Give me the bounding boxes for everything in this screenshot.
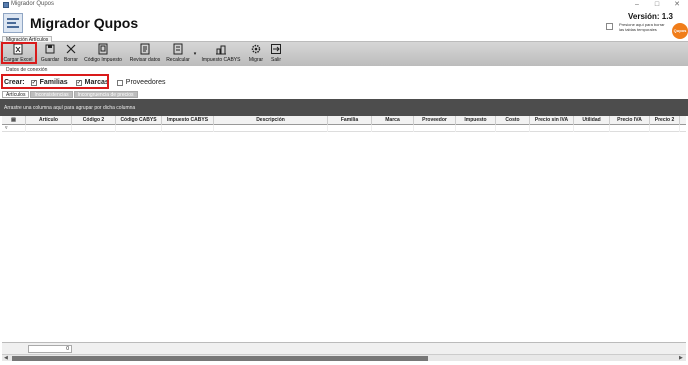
filter-cell[interactable] (610, 125, 650, 132)
filter-row: ▿ (2, 125, 686, 132)
gear-icon (251, 44, 261, 54)
group-by-panel[interactable]: Arrastre una columna aquí para agrupar p… (0, 99, 688, 116)
minimize-button[interactable]: – (626, 0, 648, 10)
guardar-button[interactable]: Guardar (38, 43, 62, 65)
column-header[interactable]: Precio sin IVA (530, 116, 574, 125)
cargar-excel-highlight (1, 42, 37, 64)
column-header[interactable]: Proveedor (414, 116, 456, 125)
title-bar: Migrador Qupos – □ ✕ (0, 0, 688, 10)
column-header[interactable]: Impuesto CABYS (162, 116, 214, 125)
close-icon (66, 44, 76, 54)
scroll-right-icon[interactable]: ▶ (679, 355, 683, 362)
column-header[interactable]: Código 2 (72, 116, 116, 125)
column-header[interactable]: Artículo (26, 116, 72, 125)
filter-cell[interactable] (456, 125, 496, 132)
recalcular-button[interactable]: Recalcular (164, 43, 192, 65)
window-title: Migrador Qupos (11, 1, 55, 7)
filter-cell[interactable] (414, 125, 456, 132)
revisar-datos-button[interactable]: Revisar datos (129, 43, 161, 65)
app-icon (3, 2, 9, 8)
building-icon (216, 45, 226, 55)
column-header[interactable]: Precio IVA (610, 116, 650, 125)
tab-inconsistencias[interactable]: Inconsistencias (30, 91, 73, 98)
maximize-button[interactable]: □ (646, 0, 668, 10)
group-by-hint: Arrastre una columna aquí para agrupar p… (4, 105, 136, 111)
codigo-impuesto-button[interactable]: Código Impuesto (82, 43, 124, 65)
filter-cell[interactable] (530, 125, 574, 132)
footer-summary-value: 0 (28, 345, 72, 353)
column-header[interactable]: Utilidad (574, 116, 610, 125)
recalcular-dropdown-button[interactable]: ▾ (192, 43, 198, 65)
column-header[interactable]: Impuesto (456, 116, 496, 125)
checkbox-unchecked-icon (116, 79, 123, 86)
salir-button[interactable]: Salir (268, 43, 284, 65)
column-header[interactable]: Familia (328, 116, 372, 125)
recalculate-icon (173, 43, 183, 55)
datos-conexion-label: Datos de conexión (6, 67, 48, 73)
column-header[interactable]: Marca (372, 116, 414, 125)
migrar-button[interactable]: Migrar (246, 43, 266, 65)
filter-cell[interactable] (162, 125, 214, 132)
filter-cell[interactable] (26, 125, 72, 132)
sub-tabs: Artículos Inconsistencias Incongruencia … (2, 91, 139, 98)
filter-cell[interactable] (650, 125, 680, 132)
version-label: Versión: 1.3 (628, 12, 673, 21)
grid-footer: 0 (2, 342, 686, 354)
tab-articulos[interactable]: Artículos (2, 91, 30, 98)
column-header[interactable]: Descripción (214, 116, 328, 125)
column-header[interactable]: Costo (496, 116, 530, 125)
header: Migrador Qupos Versión: 1.3 Presione aqu… (0, 10, 688, 39)
filter-cell[interactable] (574, 125, 610, 132)
chevron-down-icon: ▾ (193, 51, 197, 57)
grid-header: ▤ Artículo Código 2 Código CABYS Impuest… (2, 116, 686, 125)
review-icon (140, 43, 150, 55)
grid-selector-icon[interactable]: ▤ (2, 116, 26, 125)
clear-temp-tables-note[interactable]: Presione aquí para borrar las tablas tem… (619, 22, 665, 32)
app-logo (3, 13, 23, 33)
horizontal-scrollbar[interactable]: ◀ ▶ (2, 354, 686, 361)
filter-cell[interactable] (116, 125, 162, 132)
scroll-thumb[interactable] (12, 356, 428, 361)
filter-cell[interactable] (496, 125, 530, 132)
scroll-left-icon[interactable]: ◀ (4, 355, 8, 362)
document-icon (98, 43, 108, 55)
filter-cell[interactable] (214, 125, 328, 132)
filter-icon[interactable]: ▿ (2, 125, 26, 132)
exit-icon (271, 44, 281, 54)
borrar-button[interactable]: Borrar (62, 43, 80, 65)
toolbar: Cargar Excel Guardar Borrar Código Impue… (0, 42, 688, 66)
grid-body[interactable] (2, 132, 686, 340)
filter-cell[interactable] (328, 125, 372, 132)
filter-cell[interactable] (72, 125, 116, 132)
column-header[interactable]: Precio 2 (650, 116, 680, 125)
column-header[interactable]: Código CABYS (116, 116, 162, 125)
tab-incongruencia-precios[interactable]: Incongruencia de precios (73, 91, 138, 98)
proveedores-checkbox[interactable]: Proveedores (116, 79, 165, 86)
app-title: Migrador Qupos (30, 15, 139, 31)
filter-cell[interactable] (372, 125, 414, 132)
impuesto-cabys-button[interactable]: Impuesto CABYS (199, 43, 243, 65)
crear-options-highlight (1, 74, 109, 89)
close-window-button[interactable]: ✕ (666, 0, 688, 10)
save-icon (45, 44, 55, 54)
clear-temp-tables-checkbox[interactable] (606, 23, 613, 30)
